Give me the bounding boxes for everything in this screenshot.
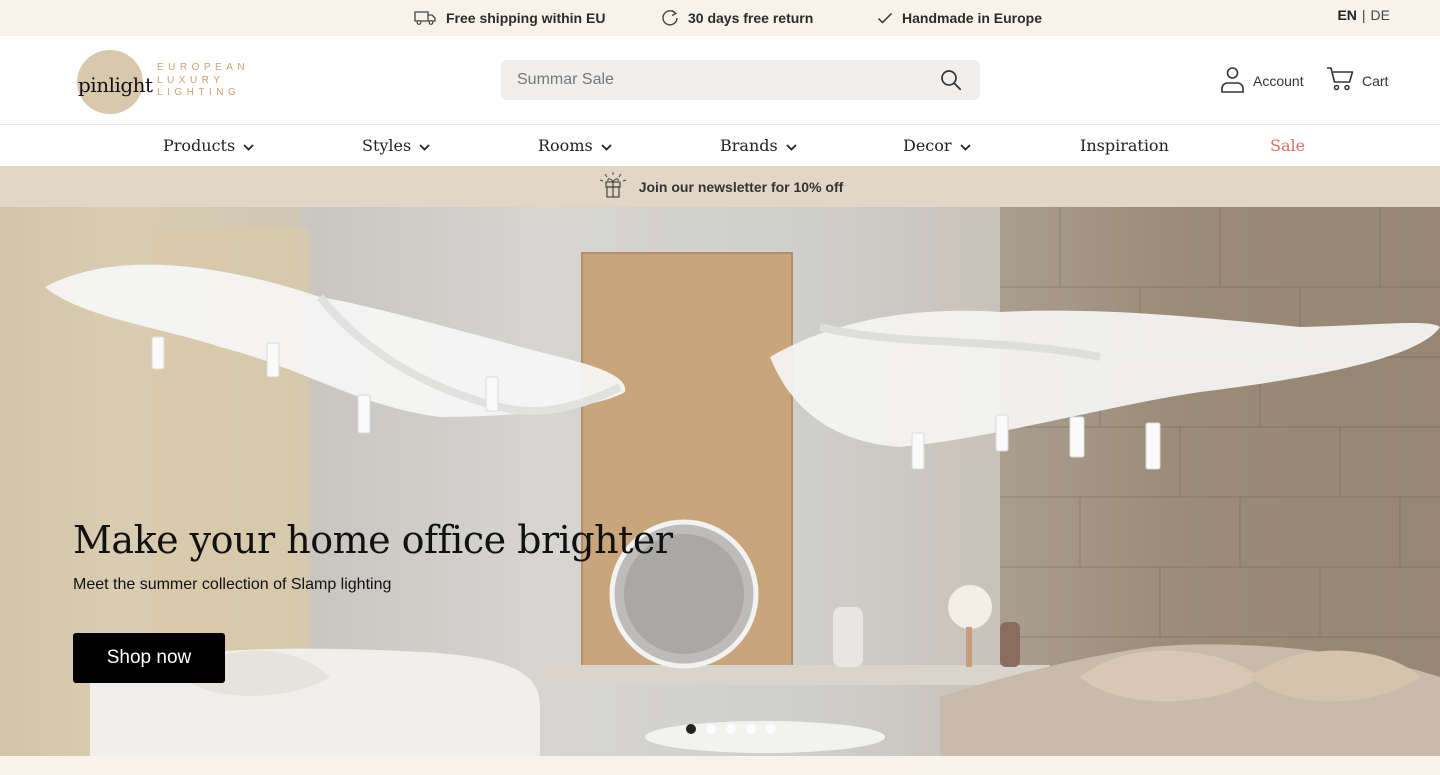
site-header: pinlight EUROPEAN LUXURY LIGHTING Accoun… <box>0 36 1440 125</box>
nav-item-brands[interactable]: Brands <box>720 125 797 166</box>
logo-tagline-line: EUROPEAN <box>157 62 250 73</box>
logo-tagline-line: LUXURY <box>157 74 225 86</box>
lang-en[interactable]: EN <box>1337 7 1356 23</box>
truck-icon <box>414 11 437 25</box>
nav-item-label: Styles <box>362 136 412 155</box>
slider-dot[interactable] <box>766 724 776 734</box>
return-icon <box>661 9 679 27</box>
usp-label: 30 days free return <box>688 10 814 26</box>
hero-banner: Make your home office brighter Meet the … <box>0 207 1440 756</box>
nav-item-styles[interactable]: Styles <box>362 125 430 166</box>
top-info-bar: Free shipping within EU 30 days free ret… <box>0 0 1440 36</box>
shop-now-button[interactable]: Shop now <box>73 633 225 683</box>
slider-dot[interactable] <box>706 724 716 734</box>
logo-wordmark: pinlight <box>78 73 153 97</box>
logo-tagline-line: LIGHTING <box>157 87 241 98</box>
chevron-down-icon <box>959 136 971 155</box>
check-icon <box>877 11 893 25</box>
usp-label: Handmade in Europe <box>902 10 1043 26</box>
slider-dots <box>686 724 776 734</box>
user-icon <box>1220 66 1245 96</box>
newsletter-label: Join our newsletter for 10% off <box>638 178 844 195</box>
nav-item-sale[interactable]: Sale <box>1270 125 1305 166</box>
nav-item-inspiration[interactable]: Inspiration <box>1080 125 1169 166</box>
nav-item-products[interactable]: Products <box>163 125 254 166</box>
cart-label: Cart <box>1362 72 1389 89</box>
account-label: Account <box>1253 73 1304 89</box>
logo[interactable]: pinlight EUROPEAN LUXURY LIGHTING <box>77 50 245 114</box>
language-switcher: EN | DE <box>1337 0 1390 30</box>
nav-item-label: Decor <box>903 136 952 155</box>
usp-free-return: 30 days free return <box>661 0 813 36</box>
logo-tagline: EUROPEAN LUXURY LIGHTING <box>157 62 249 100</box>
slider-dot[interactable] <box>686 724 696 734</box>
nav-item-label: Rooms <box>538 136 593 155</box>
nav-item-label: Inspiration <box>1080 136 1169 155</box>
usp-label: Free shipping within EU <box>446 10 606 26</box>
usp-free-shipping: Free shipping within EU <box>414 0 605 36</box>
chevron-down-icon <box>419 136 430 155</box>
chevron-down-icon <box>601 136 612 155</box>
main-navigation: Products Styles Rooms Brands Decor Inspi… <box>0 125 1440 166</box>
slider-dot[interactable] <box>726 724 736 734</box>
lang-separator: | <box>1361 7 1366 23</box>
search-bar <box>501 60 980 100</box>
hero-title: Make your home office brighter <box>73 518 673 562</box>
search-input[interactable] <box>517 60 917 100</box>
nav-item-label: Products <box>163 136 236 155</box>
nav-item-decor[interactable]: Decor <box>903 125 971 166</box>
nav-item-label: Sale <box>1270 136 1306 155</box>
nav-item-label: Brands <box>720 136 778 155</box>
page-bottom-strip <box>0 756 1440 775</box>
hero-subtitle: Meet the summer collection of Slamp ligh… <box>73 576 392 593</box>
slider-dot[interactable] <box>746 724 756 734</box>
search-icon[interactable] <box>940 69 962 96</box>
chevron-down-icon <box>243 136 254 155</box>
cart-icon <box>1326 66 1354 95</box>
cart-link[interactable]: Cart <box>1326 66 1388 95</box>
chevron-down-icon <box>786 136 797 155</box>
nav-item-rooms[interactable]: Rooms <box>538 125 612 166</box>
lang-de[interactable]: DE <box>1371 7 1390 23</box>
gift-icon <box>597 172 629 201</box>
newsletter-banner[interactable]: Join our newsletter for 10% off <box>0 166 1440 207</box>
account-link[interactable]: Account <box>1220 66 1304 96</box>
usp-handmade: Handmade in Europe <box>877 0 1042 36</box>
